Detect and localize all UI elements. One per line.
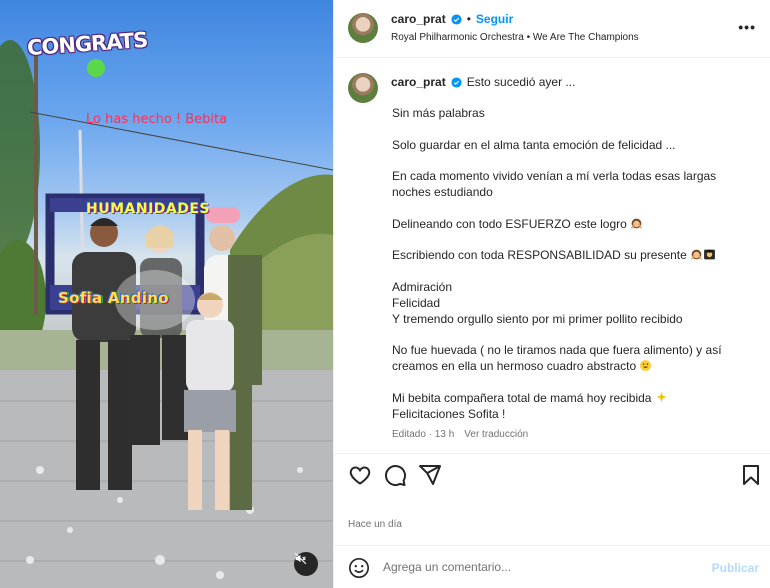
caption-paragraph: Admiración Felicidad Y tremendo orgullo …: [392, 279, 683, 326]
verified-badge-icon: [451, 76, 462, 88]
caption-paragraph: Solo guardar en el alma tanta emoción de…: [392, 137, 676, 152]
edited-timestamp: Editado · 13 h: [392, 429, 455, 440]
bookmark-icon[interactable]: [739, 463, 763, 487]
post-header: caro_prat • Seguir Royal Philharmonic Or…: [334, 0, 770, 58]
caption-last-line-2: Felicitaciones Sofita !: [392, 406, 506, 421]
caption-meta: Editado · 13 h Ver traducción: [392, 429, 528, 440]
speaker-muted-icon: [294, 552, 307, 565]
publish-button[interactable]: Publicar: [712, 561, 759, 575]
caption-paragraph: No fue huevada ( no le tiramos nada que …: [392, 342, 752, 374]
post-photo[interactable]: CONGRATS Lo has hecho ! Bebita HUMANIDAD…: [0, 0, 333, 588]
grinning-face-emoji-icon: [640, 360, 652, 371]
caption-paragraph: Sin más palabras: [392, 106, 485, 120]
frame-top-text: HUMANIDADES: [86, 201, 211, 217]
see-translation-link[interactable]: Ver traducción: [464, 429, 528, 440]
frame-bottom-text: Sofia Andino: [58, 289, 169, 307]
follow-button[interactable]: Seguir: [476, 12, 513, 26]
avatar[interactable]: [348, 13, 378, 43]
photo-overlay-text: Lo has hecho ! Bebita: [86, 112, 228, 127]
action-bar: [334, 455, 770, 497]
heart-icon[interactable]: [348, 463, 372, 487]
author-username[interactable]: caro_prat: [391, 12, 446, 26]
emoji-picker-icon[interactable]: [348, 557, 370, 579]
caption-paragraph: En cada momento vivido venían a mí verla…: [392, 169, 717, 199]
caption-text: Sin más palabras Solo guardar en el alma…: [392, 105, 752, 436]
more-options-button[interactable]: •••: [738, 19, 756, 35]
comment-input[interactable]: [383, 560, 693, 574]
caption-first-line: Esto sucedió ayer ...: [466, 75, 576, 89]
caption-paragraph-text: No fue huevada ( no le tiramos nada que …: [392, 343, 722, 373]
comment-icon[interactable]: [383, 463, 407, 487]
post-timestamp: Hace un día: [348, 519, 402, 530]
caption-paragraph: Delineando con todo ESFUERZO este logro: [392, 216, 752, 232]
caption-paragraph-text: Delineando con todo ESFUERZO este logro: [392, 216, 627, 231]
verified-badge-icon: [451, 13, 462, 25]
sparkles-emoji-icon: [656, 391, 667, 402]
caption-last-line-1: Mi bebita compañera total de mamá hoy re…: [392, 390, 652, 405]
post-panel: caro_prat • Seguir Royal Philharmonic Or…: [333, 0, 770, 588]
face-with-hands-emoji-icon: [631, 218, 643, 229]
mute-button[interactable]: [294, 552, 318, 576]
author-row: caro_prat • Seguir: [391, 12, 513, 26]
separator-dot: •: [466, 12, 471, 26]
face-with-hands-emoji-icon: [691, 249, 703, 260]
audio-track-link[interactable]: Royal Philharmonic Orchestra • We Are Th…: [391, 32, 639, 43]
graduate-emoji-icon: [704, 249, 716, 260]
caption-head: caro_prat Esto sucedió ayer ...: [391, 75, 575, 89]
caption-paragraph: Escribiendo con toda RESPONSABILIDAD su …: [392, 247, 752, 263]
comment-bar: Publicar: [334, 545, 770, 588]
caption-section: caro_prat Esto sucedió ayer ... Sin más …: [334, 58, 770, 454]
caption-paragraph: Mi bebita compañera total de mamá hoy re…: [392, 390, 752, 422]
send-icon[interactable]: [418, 463, 442, 487]
caption-paragraph-text: Escribiendo con toda RESPONSABILIDAD su …: [392, 248, 687, 262]
avatar[interactable]: [348, 73, 378, 103]
caption-username[interactable]: caro_prat: [391, 75, 446, 89]
